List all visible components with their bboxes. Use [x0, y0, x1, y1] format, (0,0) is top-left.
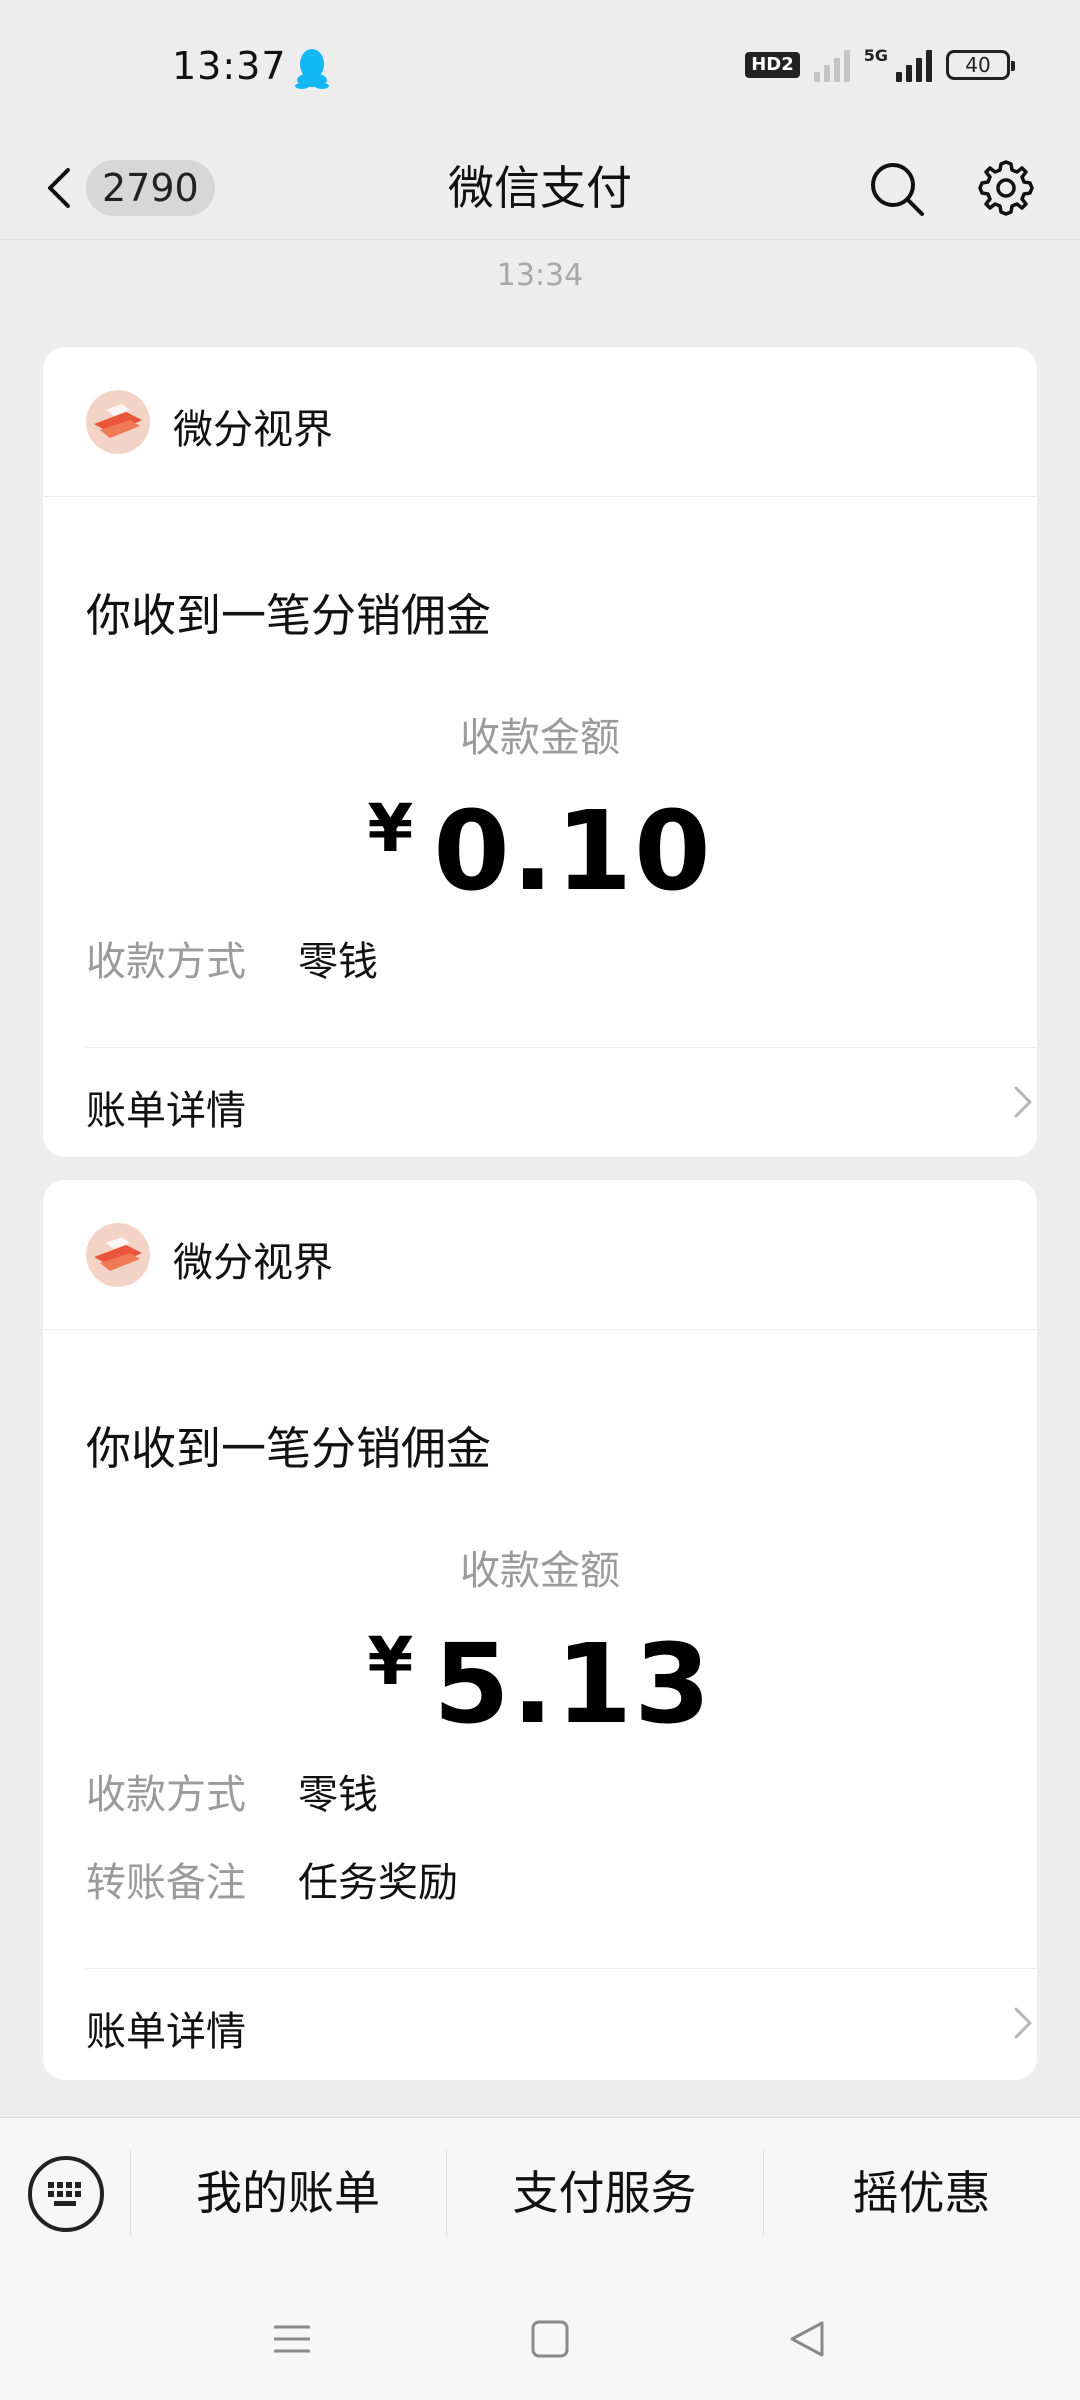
amount-value: 5.13 [433, 1620, 713, 1748]
network-type: 5G [863, 45, 888, 65]
menu-item-payment-services[interactable]: 支付服务 [446, 2148, 763, 2238]
gear-icon[interactable] [976, 158, 1036, 218]
card-header[interactable]: 微分视界 [43, 347, 1037, 497]
detail-row-payment-method: 收款方式 零钱 [86, 1762, 378, 1820]
search-icon[interactable] [868, 160, 926, 218]
message-timestamp: 13:34 [496, 258, 584, 293]
bill-details-link[interactable]: 账单详情 [86, 1968, 1038, 2078]
avatar [86, 1223, 150, 1287]
status-indicators: HD2 5G 40 [745, 45, 1015, 82]
signal-strength-icon-sim2 [896, 48, 932, 82]
keyboard-toggle-button[interactable] [28, 2156, 104, 2232]
detail-row-transfer-note: 转账备注 任务奖励 [86, 1850, 458, 1908]
battery-icon: 40 [946, 50, 1015, 80]
detail-key: 收款方式 [86, 1772, 246, 1818]
bill-details-label: 账单详情 [86, 1088, 246, 1134]
avatar [86, 390, 150, 454]
signal-strength-icon-sim1 [813, 48, 850, 82]
amount: ¥0.10 [43, 787, 1037, 915]
card-title: 你收到一笔分销佣金 [86, 1422, 492, 1475]
battery-level: 40 [965, 53, 991, 77]
detail-value: 零钱 [298, 1772, 378, 1818]
card-title: 你收到一笔分销佣金 [86, 589, 492, 642]
payment-card: 微分视界 你收到一笔分销佣金 收款金额 ¥5.13 收款方式 零钱 转账备注 任务奖… [43, 1180, 1038, 2080]
amount-label: 收款金额 [460, 1548, 620, 1594]
detail-value: 任务奖励 [298, 1860, 458, 1906]
chevron-right-icon [1014, 1086, 1032, 1118]
qq-penguin-icon [295, 49, 329, 89]
home-icon[interactable] [526, 2315, 574, 2363]
card-header[interactable]: 微分视界 [43, 1180, 1037, 1330]
bottom-menu: 我的账单 支付服务 摇优惠 [0, 2117, 1080, 2275]
hd-badge: HD2 [745, 52, 800, 78]
currency-symbol: ¥ [367, 1623, 416, 1700]
payment-card: 微分视界 你收到一笔分销佣金 收款金额 ¥0.10 收款方式 零钱 账单详情 [43, 347, 1038, 1157]
sender-name: 微分视界 [173, 407, 333, 453]
menu-icon[interactable] [268, 2315, 316, 2363]
keyboard-icon [48, 2182, 81, 2206]
nav-bar: 2790 微信支付 [0, 136, 1080, 240]
amount: ¥5.13 [43, 1620, 1037, 1748]
amount-value: 0.10 [433, 787, 713, 915]
detail-key: 转账备注 [86, 1860, 246, 1906]
chevron-right-icon [1014, 2007, 1032, 2039]
status-time: 13:37 [172, 44, 287, 88]
menu-item-shake-deals[interactable]: 摇优惠 [763, 2148, 1080, 2238]
currency-symbol: ¥ [367, 790, 416, 867]
detail-key: 收款方式 [86, 939, 246, 985]
detail-row-payment-method: 收款方式 零钱 [86, 929, 378, 987]
system-navigation-bar [0, 2275, 1080, 2400]
sender-name: 微分视界 [173, 1240, 333, 1286]
back-triangle-icon[interactable] [784, 2315, 832, 2363]
detail-value: 零钱 [298, 939, 378, 985]
bill-details-label: 账单详情 [86, 2009, 246, 2055]
menu-item-my-bills[interactable]: 我的账单 [130, 2148, 446, 2238]
status-bar: 13:37 HD2 5G 40 [0, 0, 1080, 136]
bill-details-link[interactable]: 账单详情 [86, 1047, 1038, 1157]
amount-label: 收款金额 [460, 715, 620, 761]
